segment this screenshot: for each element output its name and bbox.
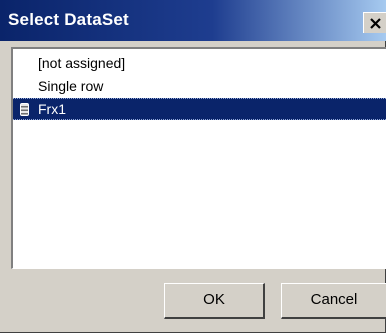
select-dataset-dialog: Select DataSet [not assigned] Single row… [0, 0, 386, 333]
cancel-button[interactable]: Cancel [281, 283, 386, 319]
list-item-label: Single row [38, 78, 104, 94]
close-icon [370, 18, 381, 29]
title-bar[interactable]: Select DataSet [0, 0, 386, 41]
list-item-label: Frx1 [38, 101, 66, 117]
close-button[interactable] [363, 12, 386, 33]
list-item-frx1[interactable]: Frx1 [13, 98, 386, 120]
list-item-label: [not assigned] [38, 55, 126, 71]
database-icon [20, 103, 29, 116]
list-item-single-row[interactable]: Single row [13, 75, 386, 97]
ok-button[interactable]: OK [164, 283, 265, 319]
list-item-not-assigned[interactable]: [not assigned] [13, 52, 386, 74]
window-title: Select DataSet [8, 10, 129, 29]
dataset-listbox[interactable]: [not assigned] Single row Frx1 [11, 47, 386, 269]
